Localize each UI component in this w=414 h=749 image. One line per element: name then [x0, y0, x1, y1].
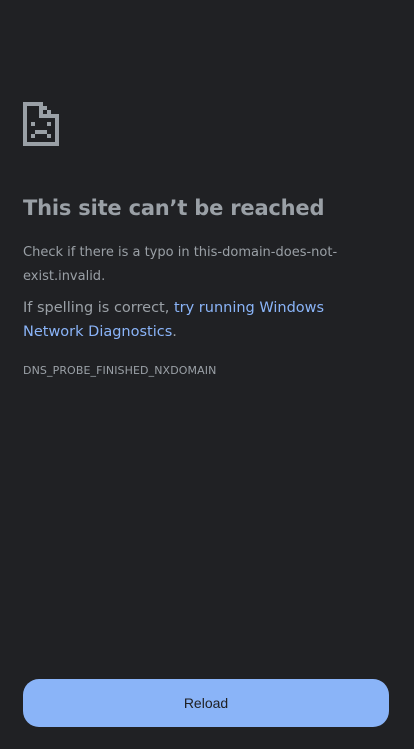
typo-suggestion: Check if there is a typo in this-domain-…	[23, 245, 338, 284]
reload-button[interactable]: Reload	[23, 679, 389, 727]
error-title: This site can’t be reached	[23, 196, 325, 220]
diagnostics-suggestion: If spelling is correct, try running Wind…	[23, 296, 383, 344]
diagnostics-suffix: .	[172, 324, 177, 340]
error-code: DNS_PROBE_FINISHED_NXDOMAIN	[23, 364, 217, 377]
broken-page-icon	[23, 102, 59, 146]
diagnostics-prefix: If spelling is correct,	[23, 300, 174, 316]
